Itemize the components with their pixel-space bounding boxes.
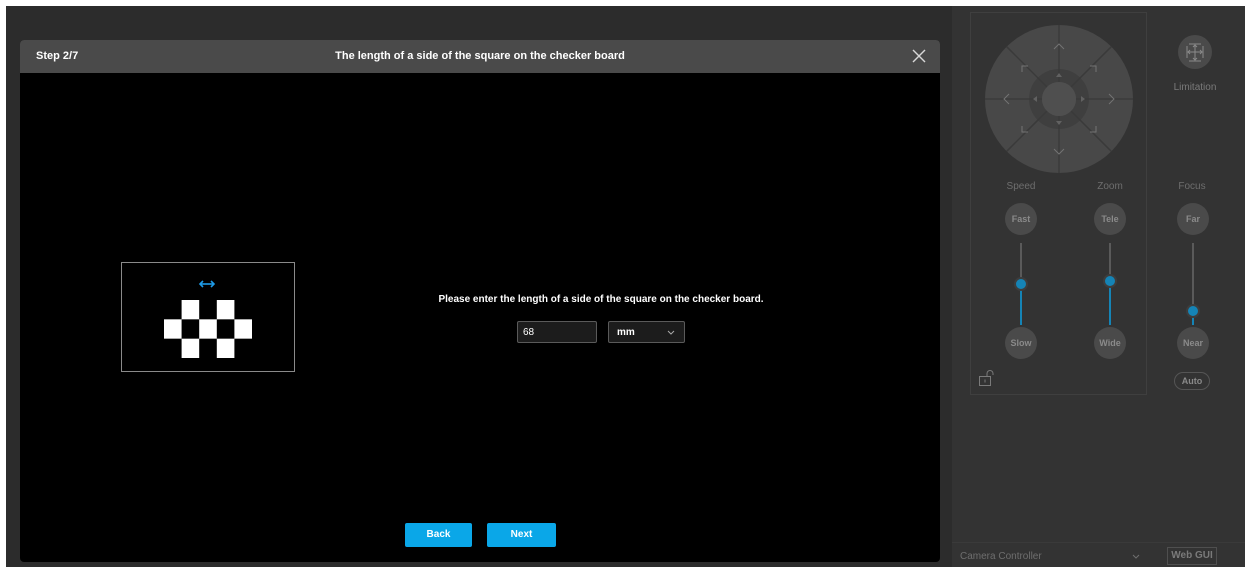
checkerboard-image [164, 300, 252, 358]
dialog-header: Step 2/7 The length of a side of the squ… [20, 40, 940, 73]
limitation-label: Limitation [1173, 82, 1217, 93]
zoom-tele-button[interactable]: Tele [1094, 203, 1126, 235]
speed-slow-button[interactable]: Slow [1005, 327, 1037, 359]
calibration-dialog: Step 2/7 The length of a side of the squ… [20, 40, 940, 562]
unit-select[interactable]: mm [608, 321, 685, 343]
app-window: Step 2/7 The length of a side of the squ… [6, 6, 1245, 567]
panel-footer: Camera Controller Web GUI [952, 542, 1245, 567]
focus-slider[interactable] [1186, 243, 1200, 325]
speed-slider-knob[interactable] [1014, 277, 1028, 291]
limitation-icon[interactable] [1177, 34, 1213, 70]
focus-near-button[interactable]: Near [1177, 327, 1209, 359]
unlock-icon[interactable] [978, 370, 994, 386]
next-button[interactable]: Next [487, 523, 556, 547]
speed-label: Speed [1006, 181, 1036, 192]
focus-far-button[interactable]: Far [1177, 203, 1209, 235]
focus-label: Focus [1178, 181, 1206, 192]
camera-control-panel: Limitation Speed Fast Slow Zoom Tele Wid… [952, 6, 1245, 567]
dpad-icon[interactable] [984, 24, 1134, 174]
zoom-wide-button[interactable]: Wide [1094, 327, 1126, 359]
controller-mode-select[interactable]: Camera Controller [960, 551, 1140, 565]
chevron-down-icon [1132, 554, 1140, 559]
speed-slider[interactable] [1014, 243, 1028, 325]
back-button[interactable]: Back [405, 523, 472, 547]
close-icon[interactable] [908, 45, 930, 67]
double-arrow-icon [198, 280, 216, 288]
unit-select-value: mm [617, 327, 635, 338]
zoom-slider-knob[interactable] [1103, 273, 1117, 288]
focus-slider-knob[interactable] [1186, 304, 1200, 319]
zoom-slider[interactable] [1103, 243, 1117, 325]
square-length-input[interactable] [517, 321, 597, 343]
zoom-label: Zoom [1097, 181, 1123, 192]
instruction-text: Please enter the length of a side of the… [438, 294, 764, 305]
web-gui-button[interactable]: Web GUI [1167, 547, 1217, 565]
dialog-title: The length of a side of the square on th… [335, 50, 625, 62]
speed-fast-button[interactable]: Fast [1005, 203, 1037, 235]
checkerboard-illustration [121, 262, 295, 372]
chevron-down-icon [667, 330, 675, 335]
focus-auto-button[interactable]: Auto [1174, 372, 1210, 390]
controller-mode-value: Camera Controller [960, 551, 1042, 562]
